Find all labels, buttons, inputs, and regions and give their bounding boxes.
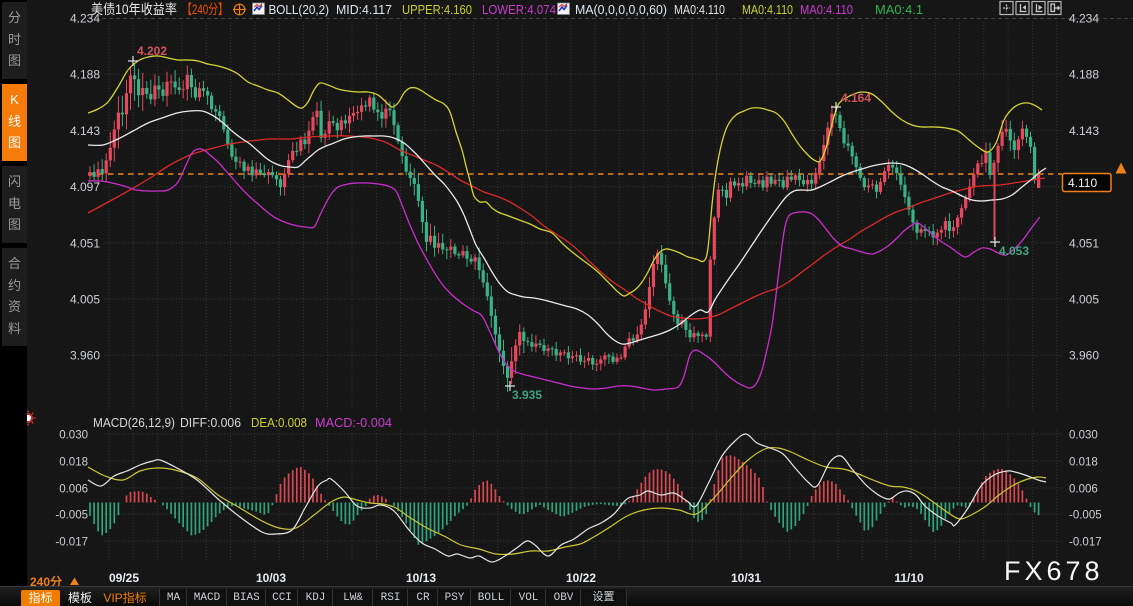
svg-text:11/10: 11/10 <box>894 571 924 585</box>
svg-text:美债10年收益率: 美债10年收益率 <box>91 1 177 17</box>
svg-text:4.051: 4.051 <box>1069 236 1099 250</box>
svg-text:4.005: 4.005 <box>70 293 100 307</box>
svg-text:4.005: 4.005 <box>1069 293 1099 307</box>
svg-text:4.164: 4.164 <box>841 91 871 105</box>
svg-text:10/22: 10/22 <box>566 571 596 585</box>
svg-text:0.030: 0.030 <box>59 430 88 442</box>
svg-text:MA0:4.110: MA0:4.110 <box>800 3 853 17</box>
svg-text:4.234: 4.234 <box>1069 12 1099 26</box>
svg-text:4.143: 4.143 <box>70 124 100 138</box>
svg-text:4.053: 4.053 <box>999 244 1029 258</box>
svg-text:LOWER:4.074: LOWER:4.074 <box>482 3 556 17</box>
svg-text:-0.017: -0.017 <box>1069 537 1102 549</box>
svg-text:FX678: FX678 <box>1004 556 1104 586</box>
svg-text:DEA:0.008: DEA:0.008 <box>251 416 307 430</box>
svg-text:09/25: 09/25 <box>109 571 139 585</box>
svg-text:4.188: 4.188 <box>70 68 100 82</box>
svg-text:4.051: 4.051 <box>70 236 100 250</box>
svg-text:UPPER:4.160: UPPER:4.160 <box>402 3 472 17</box>
svg-text:MA0:4.110: MA0:4.110 <box>742 3 793 17</box>
svg-text:MACD:-0.004: MACD:-0.004 <box>315 416 392 430</box>
svg-text:4.202: 4.202 <box>137 44 167 58</box>
svg-text:-0.005: -0.005 <box>1069 510 1102 522</box>
svg-text:4.143: 4.143 <box>1069 124 1099 138</box>
svg-text:MACD(26,12,9): MACD(26,12,9) <box>93 416 175 430</box>
svg-text:0.030: 0.030 <box>1069 430 1098 442</box>
svg-text:DIFF:0.006: DIFF:0.006 <box>180 416 241 430</box>
svg-text:10/13: 10/13 <box>406 571 436 585</box>
svg-text:4.110: 4.110 <box>1068 176 1097 190</box>
svg-text:0.018: 0.018 <box>1069 457 1098 469</box>
svg-text:-0.017: -0.017 <box>55 537 88 549</box>
svg-text:MID:4.117: MID:4.117 <box>336 3 392 17</box>
svg-text:BOLL(20,2): BOLL(20,2) <box>269 3 330 17</box>
svg-text:【240分】: 【240分】 <box>182 2 228 17</box>
svg-text:4.188: 4.188 <box>1069 68 1099 82</box>
svg-text:10/31: 10/31 <box>731 571 761 585</box>
svg-text:0.006: 0.006 <box>59 484 88 496</box>
svg-text:3.960: 3.960 <box>1069 349 1099 363</box>
svg-text:10/03: 10/03 <box>256 571 286 585</box>
svg-text:0.018: 0.018 <box>59 457 88 469</box>
svg-text:MA(0,0,0,0,0,60): MA(0,0,0,0,0,60) <box>575 3 667 17</box>
svg-text:3.935: 3.935 <box>512 388 542 402</box>
svg-text:-0.005: -0.005 <box>55 510 88 522</box>
svg-text:MA0:4.110: MA0:4.110 <box>674 3 725 17</box>
svg-text:3.960: 3.960 <box>70 349 100 363</box>
svg-text:4.097: 4.097 <box>70 180 100 194</box>
svg-text:MA0:4.1: MA0:4.1 <box>875 3 923 17</box>
svg-text:0.006: 0.006 <box>1069 484 1098 496</box>
